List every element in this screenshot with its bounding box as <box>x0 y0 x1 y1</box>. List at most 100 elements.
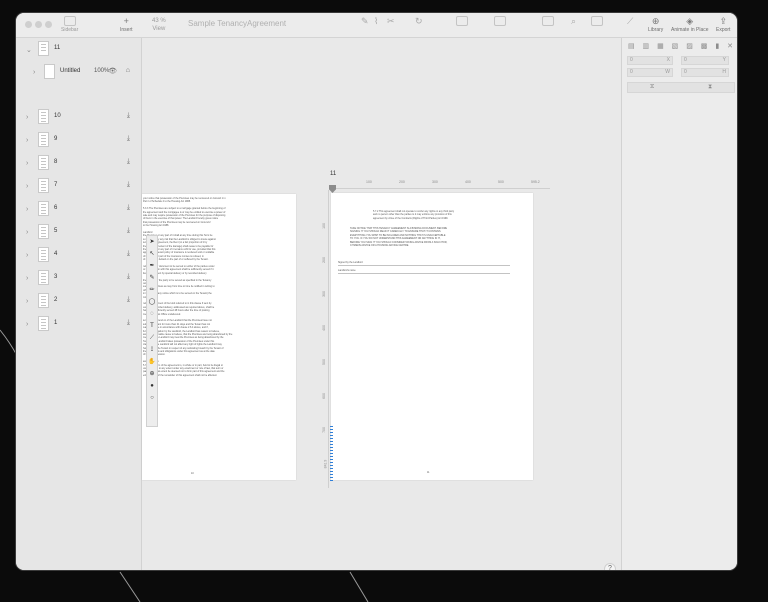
toolbar-button-edit[interactable]: ✎ <box>361 16 369 27</box>
signature-line <box>338 265 510 266</box>
zoom-label: View <box>152 26 166 32</box>
chevron-right-icon[interactable]: › <box>26 298 28 305</box>
zoom-window-button[interactable] <box>45 21 52 28</box>
flip-controls[interactable]: ⧖ ⧗ <box>627 82 735 93</box>
sidebar-item-page[interactable]: › 2 ⤓ <box>16 293 141 313</box>
lock-icon[interactable]: ⌂ <box>126 67 130 74</box>
vertical-ruler[interactable]: 100 200 300 400 500 600 700 841.9 <box>320 190 329 488</box>
minimize-window-button[interactable] <box>35 21 42 28</box>
document-canvas[interactable]: your notice that possession of the Premi… <box>142 38 620 570</box>
page-11-artboard[interactable]: 5.7.2 This agreement shall not operate t… <box>331 193 533 480</box>
close-window-button[interactable] <box>25 21 32 28</box>
chevron-right-icon[interactable]: › <box>26 137 28 144</box>
x-field[interactable]: 0 X <box>627 56 673 65</box>
y-field[interactable]: 0 Y <box>681 56 729 65</box>
download-icon[interactable]: ⤓ <box>127 204 130 212</box>
brush-tool-icon[interactable]: ✏ <box>147 284 157 296</box>
rotate-icon: ↻ <box>415 16 423 26</box>
pencil-tool-icon[interactable]: ✎ <box>147 272 157 284</box>
page-thumbnail <box>38 316 49 331</box>
animate-in-place-button[interactable]: ◈ Animate in Place <box>671 16 709 33</box>
text-tool-icon[interactable]: T <box>147 320 157 332</box>
fill-color-swatch[interactable]: ● <box>147 380 157 392</box>
flip-vertical-icon[interactable]: ⧗ <box>708 83 712 92</box>
chevron-right-icon[interactable]: › <box>26 114 28 121</box>
toolbar-button-search[interactable]: ⌕ <box>571 16 576 27</box>
download-icon[interactable]: ⤓ <box>127 135 130 143</box>
toolbar-button-boolean[interactable] <box>456 16 468 27</box>
zoom-tool-icon[interactable]: ⊕ <box>147 368 157 380</box>
sidebar-item-page[interactable]: › 3 ⤓ <box>16 270 141 290</box>
download-icon[interactable]: ⤓ <box>127 296 130 304</box>
ruler-tick-label: 200 <box>321 257 326 263</box>
scissors-icon: ✂ <box>387 16 395 26</box>
insert-button[interactable]: + Insert <box>120 16 133 33</box>
chevron-right-icon[interactable]: › <box>26 183 28 190</box>
page-10-number: 10 <box>191 472 194 475</box>
ruler-tick-label: 841.9 <box>323 459 328 469</box>
download-icon[interactable]: ⤓ <box>127 319 130 327</box>
knife-tool-icon[interactable]: ⟋ <box>147 332 157 344</box>
page-10-artboard[interactable]: your notice that possession of the Premi… <box>142 194 296 480</box>
shape-tool-icon[interactable]: ◯ <box>147 296 157 308</box>
stroke-color-swatch[interactable]: ○ <box>147 392 157 404</box>
chevron-down-icon[interactable]: ⌄ <box>26 46 32 54</box>
search-icon: ⌕ <box>571 16 577 26</box>
sidebar-item-page[interactable]: › 9 ⤓ <box>16 132 141 152</box>
sidebar-item-page[interactable]: › 7 ⤓ <box>16 178 141 198</box>
pen-tool-icon[interactable]: ✒ <box>147 260 157 272</box>
hand-tool-icon[interactable]: ✋ <box>147 356 157 368</box>
zoom-control[interactable]: 43 % View <box>152 17 166 33</box>
sidebar-toggle-button[interactable]: Sidebar <box>61 16 78 33</box>
export-button[interactable]: ⇪ Export <box>716 16 730 33</box>
direct-select-tool-icon[interactable]: ↖ <box>147 248 157 260</box>
download-icon[interactable]: ⤓ <box>127 112 130 120</box>
download-icon[interactable]: ⤓ <box>127 273 130 281</box>
sidebar-item-page-11[interactable]: ⌄ 11 <box>16 41 141 61</box>
toolbar: Sidebar + Insert 43 % View Sample Tenanc… <box>16 13 737 38</box>
help-button[interactable]: ? <box>604 563 616 570</box>
sidebar-item-page[interactable]: › 1 ⤓ <box>16 316 141 336</box>
download-icon[interactable]: ⤓ <box>127 250 130 258</box>
download-icon[interactable]: ⤓ <box>127 158 130 166</box>
sidebar-icon <box>63 16 76 26</box>
chevron-right-icon[interactable]: › <box>26 252 28 259</box>
sidebar-item-page[interactable]: › 10 ⤓ <box>16 109 141 129</box>
sidebar-item-page[interactable]: › 8 ⤓ <box>16 155 141 175</box>
sidebar-item-page[interactable]: › 5 ⤓ <box>16 224 141 244</box>
ruler-origin-marker[interactable] <box>329 185 336 193</box>
toolbar-button-style[interactable] <box>591 16 603 27</box>
animate-icon: ◈ <box>686 16 694 26</box>
download-icon[interactable]: ⤓ <box>127 181 130 189</box>
chevron-right-icon[interactable]: › <box>26 275 28 282</box>
eye-icon[interactable]: 👁 <box>108 67 117 75</box>
toolbar-button-outline[interactable] <box>542 16 554 27</box>
horizontal-ruler[interactable]: 100 200 300 400 500 595.2 <box>332 180 550 189</box>
page-thumbnail <box>38 155 49 170</box>
toolbar-button-scissors[interactable]: ✂ <box>387 16 395 27</box>
flip-horizontal-icon[interactable]: ⧖ <box>650 83 654 92</box>
w-field[interactable]: 0 W <box>627 68 673 77</box>
align-icons[interactable]: ▤ ▥ ▦ ▧ ▨ ▩ ▮ ✕ <box>628 42 736 50</box>
h-field[interactable]: 0 H <box>681 68 729 77</box>
chevron-right-icon[interactable]: › <box>26 321 28 328</box>
toolbar-button-rotate[interactable]: ↻ <box>415 16 423 27</box>
download-icon[interactable]: ⤓ <box>127 227 130 235</box>
ruler-tick-label: 595.2 <box>531 180 540 184</box>
chevron-right-icon[interactable]: › <box>26 229 28 236</box>
chevron-right-icon[interactable]: › <box>26 160 28 167</box>
sidebar-item-page[interactable]: › 6 ⤓ <box>16 201 141 221</box>
text-line: agreement by virtue of the Contracts (Ri… <box>373 216 449 220</box>
toolbar-button-vector[interactable]: ⌇ <box>374 16 378 27</box>
chevron-right-icon[interactable]: › <box>33 69 35 76</box>
toolbar-button-apply[interactable]: ⟋ <box>627 16 633 27</box>
select-tool-icon[interactable]: ➤ <box>147 236 157 248</box>
sidebar-item-untitled[interactable]: › Untitled 100% 👁 ⌂ <box>16 64 141 84</box>
sidebar-item-page[interactable]: › 4 ⤓ <box>16 247 141 267</box>
toolbar-button-mask[interactable] <box>494 16 506 27</box>
library-button[interactable]: ⊕ Library <box>648 16 663 33</box>
app-window: Sidebar + Insert 43 % View Sample Tenanc… <box>16 13 737 570</box>
eyedropper-tool-icon[interactable]: ⟟ <box>147 344 157 356</box>
chevron-right-icon[interactable]: › <box>26 206 28 213</box>
lasso-tool-icon[interactable]: ◌ <box>147 308 157 320</box>
